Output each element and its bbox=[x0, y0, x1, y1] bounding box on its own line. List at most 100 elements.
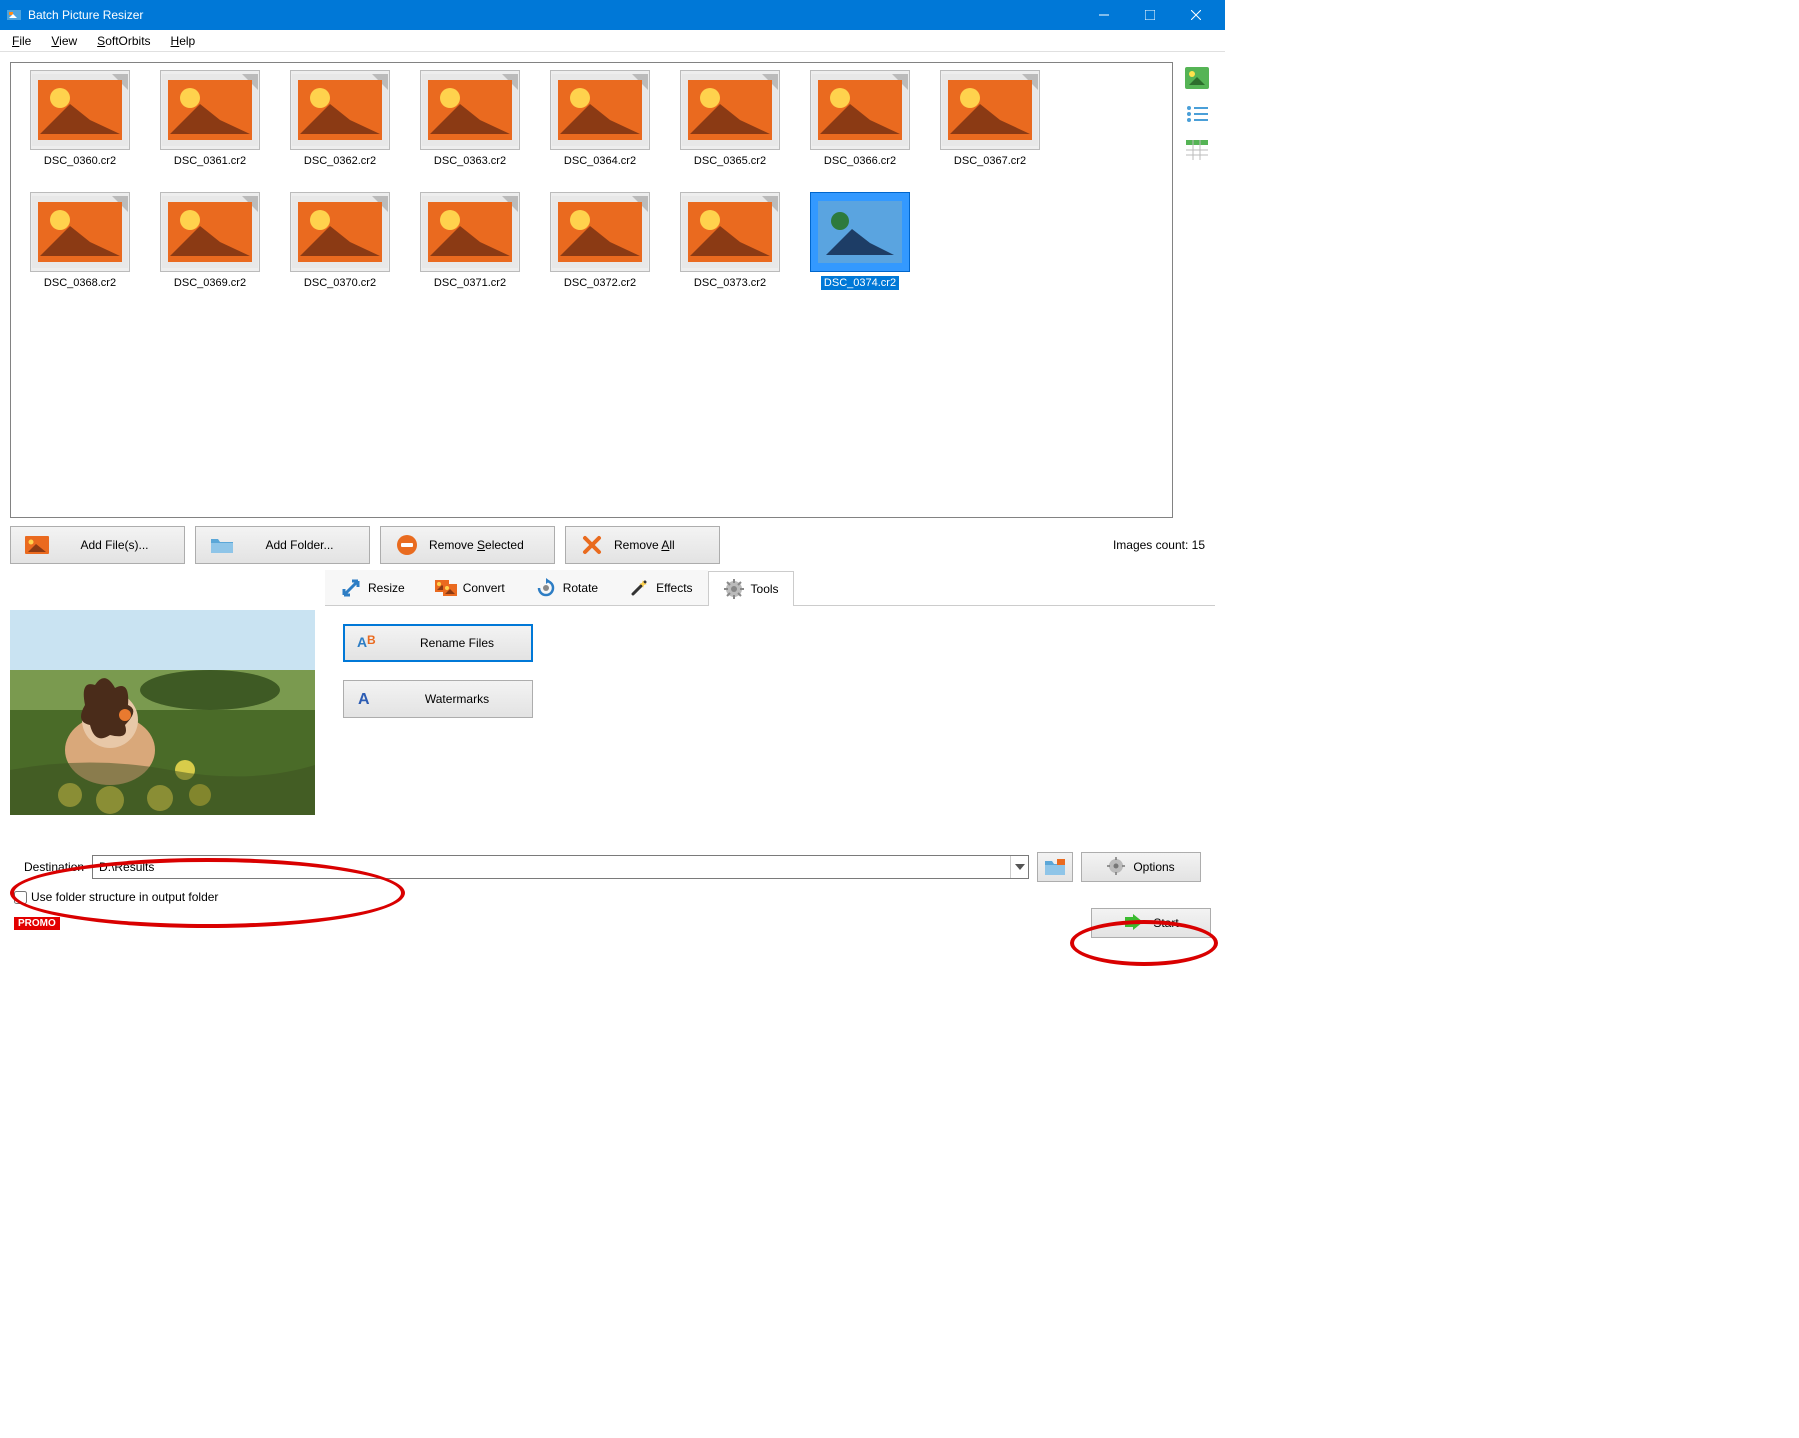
thumbnail-item[interactable]: DSC_0364.cr2 bbox=[536, 68, 664, 188]
thumbnail-label: DSC_0364.cr2 bbox=[561, 154, 639, 168]
svg-text:A: A bbox=[357, 634, 367, 650]
promo-badge[interactable]: PROMO bbox=[14, 917, 60, 930]
rename-icon: AB bbox=[357, 632, 379, 654]
thumbnail-item[interactable]: DSC_0374.cr2 bbox=[796, 190, 924, 310]
images-count: Images count: 15 bbox=[1113, 538, 1215, 552]
menu-help[interactable]: Help bbox=[163, 32, 204, 50]
tab-content-tools: AB Rename Files A Watermarks bbox=[325, 606, 1215, 846]
remove-selected-label: Remove Selected bbox=[429, 538, 524, 552]
options-label: Options bbox=[1133, 860, 1174, 874]
thumbnail-label: DSC_0367.cr2 bbox=[951, 154, 1029, 168]
thumbnail-item[interactable]: DSC_0362.cr2 bbox=[276, 68, 404, 188]
menu-view[interactable]: View bbox=[43, 32, 85, 50]
tab-rotate[interactable]: Rotate bbox=[520, 570, 613, 605]
thumbnail-label: DSC_0371.cr2 bbox=[431, 276, 509, 290]
thumbnail-item[interactable]: DSC_0367.cr2 bbox=[926, 68, 1054, 188]
menubar: File View SoftOrbits Help bbox=[0, 30, 1225, 52]
remove-icon bbox=[395, 535, 419, 555]
rotate-icon bbox=[535, 577, 557, 599]
watermarks-button[interactable]: A Watermarks bbox=[343, 680, 533, 718]
tab-effects-label: Effects bbox=[656, 581, 692, 595]
thumbnail-item[interactable]: DSC_0361.cr2 bbox=[146, 68, 274, 188]
thumbnail-label: DSC_0363.cr2 bbox=[431, 154, 509, 168]
tab-tools-label: Tools bbox=[751, 582, 779, 596]
thumbnail-image bbox=[160, 70, 260, 150]
tab-resize[interactable]: Resize bbox=[325, 570, 420, 605]
convert-icon bbox=[435, 577, 457, 599]
folder-structure-row: Use folder structure in output folder bbox=[0, 886, 1225, 908]
thumbnail-item[interactable]: DSC_0372.cr2 bbox=[536, 190, 664, 310]
remove-selected-button[interactable]: Remove Selected bbox=[380, 526, 555, 564]
view-thumbnails-button[interactable] bbox=[1183, 64, 1211, 92]
options-button[interactable]: Options bbox=[1081, 852, 1201, 882]
close-button[interactable] bbox=[1173, 0, 1219, 30]
destination-row: Destination D:\Results Options bbox=[0, 848, 1225, 886]
rename-files-label: Rename Files bbox=[395, 636, 519, 650]
footer-row: PROMO Start bbox=[0, 908, 1225, 944]
add-folder-button[interactable]: Add Folder... bbox=[195, 526, 370, 564]
thumbnail-item[interactable]: DSC_0369.cr2 bbox=[146, 190, 274, 310]
add-files-button[interactable]: Add File(s)... bbox=[10, 526, 185, 564]
thumbnail-image bbox=[290, 70, 390, 150]
thumbnail-image bbox=[160, 192, 260, 272]
thumbnail-item[interactable]: DSC_0366.cr2 bbox=[796, 68, 924, 188]
tab-resize-label: Resize bbox=[368, 581, 405, 595]
thumbnail-item[interactable]: DSC_0370.cr2 bbox=[276, 190, 404, 310]
start-label: Start bbox=[1153, 916, 1178, 930]
destination-value: D:\Results bbox=[99, 860, 154, 874]
thumbnail-label: DSC_0366.cr2 bbox=[821, 154, 899, 168]
thumbnail-label: DSC_0373.cr2 bbox=[691, 276, 769, 290]
tab-tools[interactable]: Tools bbox=[708, 571, 794, 606]
thumbnail-item[interactable]: DSC_0363.cr2 bbox=[406, 68, 534, 188]
destination-input[interactable]: D:\Results bbox=[92, 855, 1029, 879]
thumbnail-item[interactable]: DSC_0368.cr2 bbox=[16, 190, 144, 310]
thumbnail-label: DSC_0374.cr2 bbox=[821, 276, 899, 290]
remove-all-button[interactable]: Remove All bbox=[565, 526, 720, 564]
watermarks-label: Watermarks bbox=[394, 692, 520, 706]
thumbnail-item[interactable]: DSC_0360.cr2 bbox=[16, 68, 144, 188]
browse-button[interactable] bbox=[1037, 852, 1073, 882]
preview-image bbox=[10, 610, 315, 815]
thumbnail-image bbox=[550, 192, 650, 272]
add-files-label: Add File(s)... bbox=[59, 538, 170, 552]
resize-icon bbox=[340, 577, 362, 599]
rename-files-button[interactable]: AB Rename Files bbox=[343, 624, 533, 662]
thumbnail-image bbox=[550, 70, 650, 150]
titlebar: Batch Picture Resizer bbox=[0, 0, 1225, 30]
tools-icon bbox=[723, 578, 745, 600]
start-button[interactable]: Start bbox=[1091, 908, 1211, 938]
folder-structure-checkbox[interactable] bbox=[14, 891, 27, 904]
svg-text:A: A bbox=[358, 691, 370, 708]
thumbnail-image bbox=[420, 70, 520, 150]
menu-file[interactable]: File bbox=[4, 32, 39, 50]
menu-softorbits[interactable]: SoftOrbits bbox=[89, 32, 158, 50]
thumbnail-item[interactable]: DSC_0373.cr2 bbox=[666, 190, 794, 310]
thumbnail-image bbox=[940, 70, 1040, 150]
destination-dropdown[interactable] bbox=[1010, 856, 1028, 878]
thumbnail-image bbox=[680, 70, 780, 150]
thumbnail-image bbox=[290, 192, 390, 272]
tab-rotate-label: Rotate bbox=[563, 581, 598, 595]
thumbnail-label: DSC_0365.cr2 bbox=[691, 154, 769, 168]
minimize-button[interactable] bbox=[1081, 0, 1127, 30]
thumbnail-item[interactable]: DSC_0365.cr2 bbox=[666, 68, 794, 188]
thumbnail-label: DSC_0362.cr2 bbox=[301, 154, 379, 168]
app-icon bbox=[6, 7, 22, 23]
thumbnail-image bbox=[30, 192, 130, 272]
thumbnail-label: DSC_0368.cr2 bbox=[41, 276, 119, 290]
folder-icon bbox=[210, 535, 234, 555]
thumbnail-label: DSC_0361.cr2 bbox=[171, 154, 249, 168]
thumbnail-item[interactable]: DSC_0371.cr2 bbox=[406, 190, 534, 310]
tab-convert[interactable]: Convert bbox=[420, 570, 520, 605]
effects-icon bbox=[628, 577, 650, 599]
tab-effects[interactable]: Effects bbox=[613, 570, 707, 605]
thumbnail-image bbox=[810, 192, 910, 272]
watermarks-icon: A bbox=[356, 688, 378, 710]
thumbnail-panel[interactable]: DSC_0360.cr2 DSC_0361.cr2 DSC_0362.cr2 DSC_… bbox=[10, 62, 1173, 518]
thumbnail-image bbox=[680, 192, 780, 272]
tabs: Resize Convert Rotate Effects Tools bbox=[325, 572, 1215, 606]
view-details-button[interactable] bbox=[1183, 136, 1211, 164]
maximize-button[interactable] bbox=[1127, 0, 1173, 30]
image-icon bbox=[25, 535, 49, 555]
view-list-button[interactable] bbox=[1183, 100, 1211, 128]
